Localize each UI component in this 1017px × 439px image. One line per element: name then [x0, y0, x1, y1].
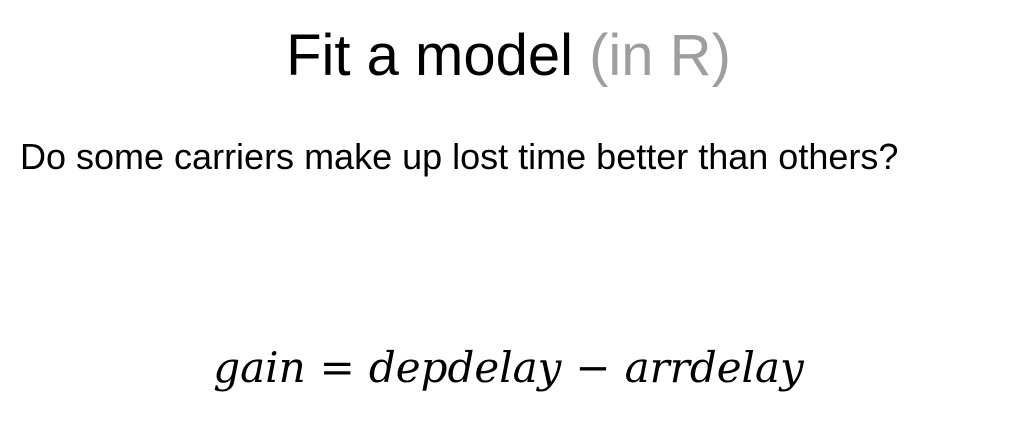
- equation-minus-sign: −: [575, 343, 611, 392]
- equation-equals-sign: =: [319, 343, 355, 392]
- equation-term-arrdelay: arrdelay: [624, 343, 804, 392]
- slide-question: Do some carriers make up lost time bette…: [20, 136, 899, 177]
- slide-title: Fit a model (in R): [0, 22, 1017, 90]
- slide: Fit a model (in R) Do some carriers make…: [0, 0, 1017, 439]
- equation-lhs: gain: [213, 343, 306, 392]
- slide-title-main: Fit a model: [286, 23, 573, 88]
- equation-term-depdelay: depdelay: [368, 343, 562, 392]
- gain-equation: gain = depdelay − arrdelay: [0, 340, 1017, 396]
- slide-title-language: (in R): [589, 23, 731, 88]
